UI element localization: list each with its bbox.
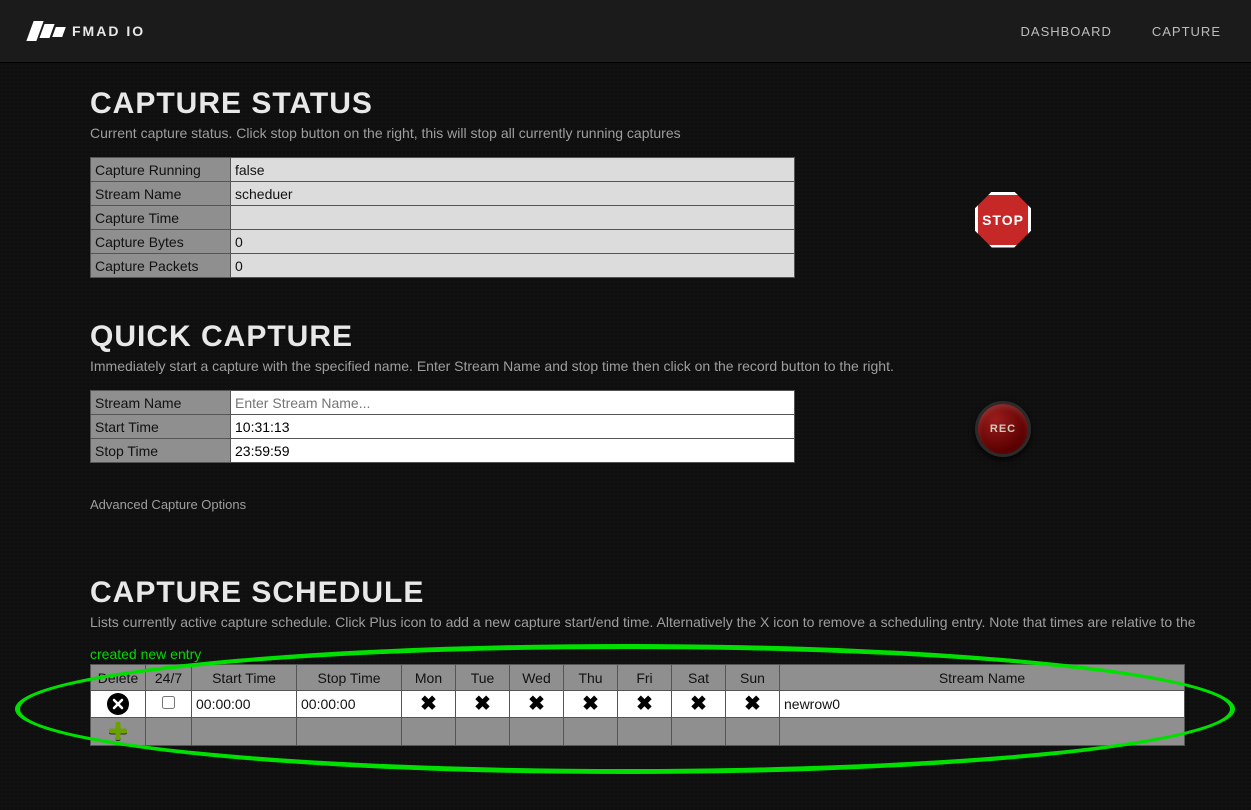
quick-stop-label: Stop Time xyxy=(91,439,231,463)
hdr-allday: 24/7 xyxy=(146,665,192,691)
delete-row-button[interactable] xyxy=(107,693,129,715)
nav-links: DASHBOARD CAPTURE xyxy=(1021,24,1221,39)
status-packets-label: Capture Packets xyxy=(91,254,231,278)
status-running-value: false xyxy=(231,158,795,182)
hdr-wed: Wed xyxy=(510,665,564,691)
status-bytes-label: Capture Bytes xyxy=(91,230,231,254)
status-stream-value: scheduer xyxy=(231,182,795,206)
schedule-desc: Lists currently active capture schedule.… xyxy=(90,614,1251,630)
advanced-options-link[interactable]: Advanced Capture Options xyxy=(90,497,246,512)
record-button[interactable]: REC xyxy=(975,401,1031,457)
schedule-confirm-note: created new entry xyxy=(90,646,1251,662)
day-toggle-tue[interactable]: ✖ xyxy=(474,693,491,715)
hdr-stop: Stop Time xyxy=(297,665,402,691)
stop-icon-label: STOP xyxy=(982,212,1024,228)
status-stream-label: Stream Name xyxy=(91,182,231,206)
quick-table: Stream Name Start Time Stop Time xyxy=(90,390,795,463)
close-icon xyxy=(112,698,124,710)
schedule-row: 00:00:00 00:00:00 ✖ ✖ ✖ ✖ ✖ ✖ ✖ newrow0 xyxy=(91,691,1185,718)
status-packets-value: 0 xyxy=(231,254,795,278)
status-running-label: Capture Running xyxy=(91,158,231,182)
quick-stop-input[interactable] xyxy=(235,442,790,460)
quick-stream-label: Stream Name xyxy=(91,391,231,415)
brand-text: FMAD IO xyxy=(72,23,145,39)
nav-dashboard[interactable]: DASHBOARD xyxy=(1021,24,1112,39)
hdr-fri: Fri xyxy=(618,665,672,691)
quick-stream-input[interactable] xyxy=(235,394,790,412)
navbar: FMAD IO DASHBOARD CAPTURE xyxy=(0,0,1251,63)
row-stop[interactable]: 00:00:00 xyxy=(297,691,402,718)
hdr-sat: Sat xyxy=(672,665,726,691)
nav-capture[interactable]: CAPTURE xyxy=(1152,24,1221,39)
status-desc: Current capture status. Click stop butto… xyxy=(90,125,1251,141)
row-start[interactable]: 00:00:00 xyxy=(192,691,297,718)
day-toggle-sun[interactable]: ✖ xyxy=(744,693,761,715)
hdr-start: Start Time xyxy=(192,665,297,691)
status-table: Capture Running false Stream Name schedu… xyxy=(90,157,795,278)
schedule-title: CAPTURE SCHEDULE xyxy=(90,576,1251,610)
status-bytes-value: 0 xyxy=(231,230,795,254)
day-toggle-mon[interactable]: ✖ xyxy=(420,693,437,715)
quick-start-label: Start Time xyxy=(91,415,231,439)
schedule-table: Delete 24/7 Start Time Stop Time Mon Tue… xyxy=(90,664,1185,746)
quick-title: QUICK CAPTURE xyxy=(90,320,1251,354)
quick-desc: Immediately start a capture with the spe… xyxy=(90,358,1251,374)
day-toggle-wed[interactable]: ✖ xyxy=(528,693,545,715)
day-toggle-thu[interactable]: ✖ xyxy=(582,693,599,715)
plus-icon xyxy=(109,722,127,740)
day-toggle-sat[interactable]: ✖ xyxy=(690,693,707,715)
hdr-delete: Delete xyxy=(91,665,146,691)
status-time-value xyxy=(231,206,795,230)
logo-mark-icon xyxy=(30,21,64,41)
quick-start-input[interactable] xyxy=(235,418,790,436)
record-icon-label: REC xyxy=(990,423,1016,435)
allday-checkbox[interactable] xyxy=(162,696,175,709)
stop-button[interactable]: STOP xyxy=(975,192,1031,248)
status-title: CAPTURE STATUS xyxy=(90,87,1251,121)
hdr-sun: Sun xyxy=(726,665,780,691)
hdr-tue: Tue xyxy=(456,665,510,691)
day-toggle-fri[interactable]: ✖ xyxy=(636,693,653,715)
add-row-button[interactable] xyxy=(107,720,129,742)
hdr-stream: Stream Name xyxy=(780,665,1185,691)
hdr-mon: Mon xyxy=(402,665,456,691)
hdr-thu: Thu xyxy=(564,665,618,691)
logo[interactable]: FMAD IO xyxy=(30,21,145,41)
row-stream[interactable]: newrow0 xyxy=(780,691,1185,718)
status-time-label: Capture Time xyxy=(91,206,231,230)
